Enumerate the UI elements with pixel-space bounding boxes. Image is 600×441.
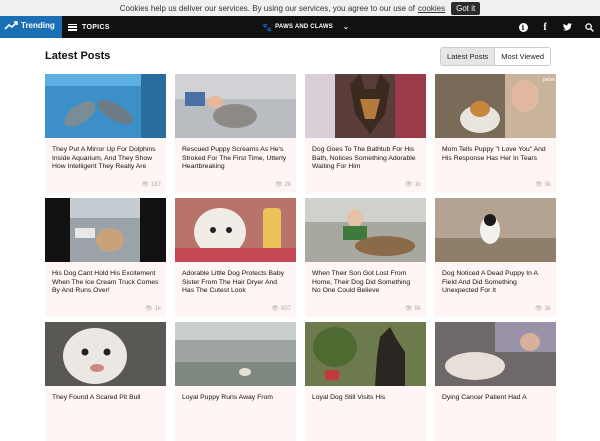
post-title[interactable]: Loyal Dog Still Visits His	[312, 394, 420, 403]
post-thumbnail[interactable]	[45, 74, 166, 138]
twitter-icon	[562, 23, 572, 31]
view-count: 👁 9k	[405, 305, 421, 313]
cookie-accept-button[interactable]: Got it	[451, 1, 481, 15]
post-thumbnail[interactable]	[45, 322, 166, 386]
post-grid: They Put A Mirror Up For Dolphins Inside…	[45, 74, 556, 441]
post-thumbnail[interactable]	[305, 322, 426, 386]
hamburger-icon	[68, 23, 77, 31]
info-icon: i	[518, 22, 528, 32]
post-card[interactable]: They Put A Mirror Up For Dolphins Inside…	[45, 74, 166, 193]
view-count: 👁 187	[141, 181, 161, 189]
post-card[interactable]: When Their Son Got Lost From Home, Their…	[305, 198, 426, 317]
tab-most-viewed[interactable]: Most Viewed	[495, 48, 551, 65]
post-thumbnail[interactable]	[305, 198, 426, 262]
info-button[interactable]: i	[512, 16, 534, 38]
eye-icon: 👁	[405, 306, 413, 312]
cookie-policy-link[interactable]: cookies	[418, 4, 445, 13]
page-title: Latest Posts	[45, 50, 111, 62]
eye-icon: 👁	[271, 306, 279, 312]
post-card[interactable]: Dog Goes To The Bathtub For His Bath, No…	[305, 74, 426, 193]
post-title[interactable]: Mom Tells Puppy "I Love You" And His Res…	[442, 146, 550, 163]
post-title[interactable]: Dog Noticed A Dead Puppy In A Field And …	[442, 270, 550, 296]
paw-icon: 🐾	[262, 22, 273, 32]
post-card[interactable]: Loyal Dog Still Visits His	[305, 322, 426, 441]
top-navigation: Trending TOPICS 🐾 PAWS AND CLAWS ⌄ i f	[0, 0, 600, 38]
thumbnail-watermark: petsk	[543, 77, 555, 83]
post-card[interactable]: Loyal Puppy Runs Away From	[175, 322, 296, 441]
post-sort-tabs: Latest Posts Most Viewed	[440, 47, 552, 66]
post-card[interactable]: petsk Mom Tells Puppy "I Love You" And H…	[435, 74, 556, 193]
post-title[interactable]: Adorable Little Dog Protects Baby Sister…	[182, 270, 290, 296]
eye-icon: 👁	[405, 182, 413, 188]
twitter-button[interactable]	[556, 16, 578, 38]
post-card[interactable]: Adorable Little Dog Protects Baby Sister…	[175, 198, 296, 317]
nav-icon-group: i f	[512, 16, 600, 38]
topics-menu-button[interactable]: TOPICS	[62, 23, 110, 31]
post-thumbnail[interactable]: petsk	[435, 74, 556, 138]
view-count: 👁 3k	[535, 181, 551, 189]
post-title[interactable]: They Put A Mirror Up For Dolphins Inside…	[52, 146, 160, 172]
post-title[interactable]: Loyal Puppy Runs Away From	[182, 394, 290, 403]
chevron-down-icon: ⌄	[342, 24, 350, 31]
eye-icon: 👁	[535, 306, 543, 312]
post-card[interactable]: They Found A Scared Pit Bull	[45, 322, 166, 441]
post-thumbnail[interactable]	[175, 322, 296, 386]
view-count: 👁 3k	[535, 305, 551, 313]
eye-icon: 👁	[141, 182, 149, 188]
post-thumbnail[interactable]	[45, 198, 166, 262]
view-count: 👁 837	[271, 305, 291, 313]
post-title[interactable]: Dog Goes To The Bathtub For His Bath, No…	[312, 146, 420, 172]
post-title[interactable]: They Found A Scared Pit Bull	[52, 394, 160, 403]
post-title[interactable]: His Dog Cant Hold His Excitement When Th…	[52, 270, 160, 296]
tab-latest-posts[interactable]: Latest Posts	[441, 48, 496, 65]
brand-name: PAWS AND CLAWS	[275, 24, 333, 30]
post-card[interactable]: Dying Cancer Patient Had A	[435, 322, 556, 441]
post-card[interactable]: Dog Noticed A Dead Puppy In A Field And …	[435, 198, 556, 317]
post-thumbnail[interactable]	[435, 322, 556, 386]
topics-label: TOPICS	[82, 23, 110, 31]
post-card[interactable]: His Dog Cant Hold His Excitement When Th…	[45, 198, 166, 317]
facebook-button[interactable]: f	[534, 16, 556, 38]
post-thumbnail[interactable]	[305, 74, 426, 138]
cookie-message: Cookies help us deliver our services. By…	[119, 3, 415, 13]
eye-icon: 👁	[535, 182, 543, 188]
trending-label: Trending	[21, 21, 55, 30]
view-count: 👁 1k	[405, 181, 421, 189]
post-thumbnail[interactable]	[175, 198, 296, 262]
brand-dropdown[interactable]: 🐾 PAWS AND CLAWS ⌄	[262, 16, 349, 38]
post-title[interactable]: When Their Son Got Lost From Home, Their…	[312, 270, 420, 296]
view-count: 👁 2k	[275, 181, 291, 189]
search-button[interactable]	[578, 16, 600, 38]
post-title[interactable]: Rescued Puppy Screams As He's Stroked Fo…	[182, 146, 290, 172]
trending-icon	[4, 21, 18, 30]
post-thumbnail[interactable]	[435, 198, 556, 262]
view-count: 👁 1k	[145, 305, 161, 313]
post-title[interactable]: Dying Cancer Patient Had A	[442, 394, 550, 403]
cookie-bar: Cookies help us deliver our services. By…	[0, 0, 600, 16]
facebook-icon: f	[543, 21, 547, 33]
eye-icon: 👁	[145, 306, 153, 312]
post-card[interactable]: Rescued Puppy Screams As He's Stroked Fo…	[175, 74, 296, 193]
eye-icon: 👁	[275, 182, 283, 188]
post-thumbnail[interactable]	[175, 74, 296, 138]
search-icon	[584, 22, 594, 32]
